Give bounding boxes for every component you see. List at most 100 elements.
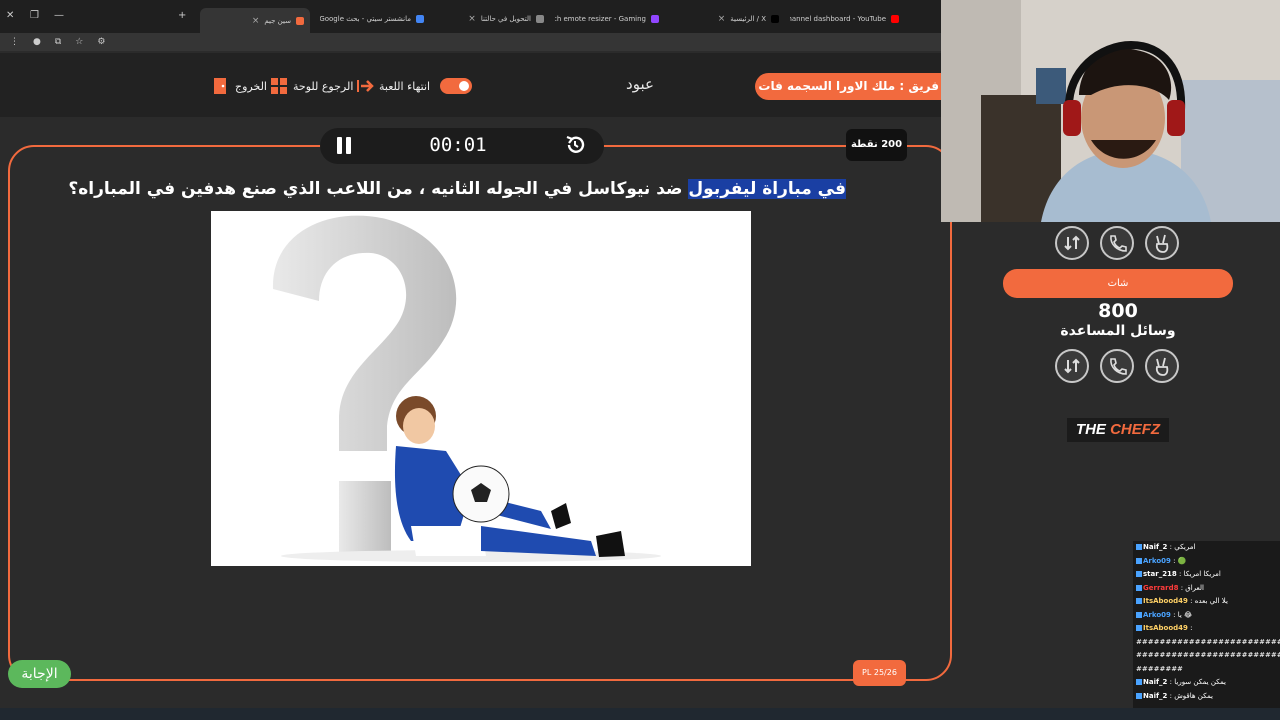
browser-tab[interactable]: سين جيم × xyxy=(200,8,310,33)
browser-tab[interactable]: Twitch emote resizer - Gaming× xyxy=(555,8,665,30)
chat-text: : يمكن يمكن سوريا xyxy=(1169,678,1227,686)
tab-label: Channel dashboard - YouTube xyxy=(790,15,886,23)
timer-display: 00:01 xyxy=(429,134,487,156)
os-taskbar xyxy=(0,708,1280,720)
new-tab-icon[interactable]: + xyxy=(178,10,186,21)
level-badge: PL 25/26 xyxy=(853,660,906,686)
chat-message: ################################# xyxy=(1133,649,1280,663)
tab-close-icon[interactable]: × xyxy=(468,14,476,24)
question-text: في مباراة ليفربول ضد نيوكاسل في الجوله ا… xyxy=(68,179,846,199)
tab-close-icon[interactable]: × xyxy=(718,14,726,24)
chat-username[interactable]: Naif_2 xyxy=(1143,678,1167,686)
tab-favicon-icon xyxy=(651,15,659,23)
tab-favicon-icon xyxy=(771,15,779,23)
chat-username[interactable]: Arko09 xyxy=(1143,557,1171,565)
points-badge: 200 نقطة xyxy=(846,129,907,161)
exit-label: الخروج xyxy=(235,79,267,93)
chat-text: : يلا الي بعده xyxy=(1190,597,1228,605)
chat-badge-icon xyxy=(1136,557,1142,564)
tab-close-icon[interactable]: × xyxy=(252,16,260,26)
streamer-webcam-image xyxy=(941,0,1280,222)
chat-text: : xyxy=(1190,624,1193,632)
lifeline-two-answers[interactable] xyxy=(1055,226,1089,260)
chat-username[interactable]: star_218 xyxy=(1143,570,1177,578)
bookmark-star-icon[interactable]: ☆ xyxy=(75,37,83,47)
question-body: ضد نيوكاسل في الجوله الثانيه ، من اللاعب… xyxy=(68,179,689,199)
menu-icon[interactable]: ⋮ xyxy=(10,37,19,47)
end-game-button[interactable]: انتهاء اللعبة xyxy=(356,76,430,96)
minimize-window-icon[interactable]: — xyxy=(54,10,64,21)
pause-icon[interactable] xyxy=(337,137,351,154)
player-name: عبود xyxy=(626,75,654,93)
restore-window-icon[interactable]: ❐ xyxy=(30,10,39,21)
two-arrows-icon xyxy=(1064,235,1080,251)
webcam-feed xyxy=(941,0,1280,222)
chat-badge-icon xyxy=(1136,611,1142,618)
browser-tab[interactable]: X / الرئيسية × xyxy=(675,8,785,30)
chat-username[interactable]: Naif_2 xyxy=(1143,692,1167,700)
peace-hand-icon xyxy=(1155,357,1169,376)
chat-badge-icon xyxy=(1136,679,1142,685)
extensions-icon[interactable]: ⧉ xyxy=(55,37,61,47)
chat-message: Naif_2 : يمكن هاقوش xyxy=(1133,690,1280,704)
lifeline-call-friend[interactable] xyxy=(1100,226,1134,260)
chat-message: ItsAbood49 : يلا الي بعده xyxy=(1133,595,1280,609)
chat-message: Arko09 : يا 😂 xyxy=(1133,609,1280,623)
lifeline-double[interactable] xyxy=(1145,226,1179,260)
chat-username[interactable]: Naif_2 xyxy=(1143,543,1167,551)
tab-favicon-icon xyxy=(891,15,899,23)
chat-text: : امريكي xyxy=(1169,543,1196,551)
answer-button[interactable]: الإجابة xyxy=(8,660,71,688)
chat-badge-icon xyxy=(1136,625,1142,631)
screen-root: { "browser": { "tabs": [ {"label": "", "… xyxy=(0,0,1280,720)
two-arrows-icon xyxy=(1064,358,1080,374)
chat-message: Arko09 : 🟢 xyxy=(1133,555,1280,569)
tab-favicon-icon xyxy=(536,15,544,23)
exit-button[interactable]: الخروج xyxy=(212,76,267,96)
tab-label: مانشستر سيتي - بحث Google xyxy=(320,15,411,23)
browser-tab-bar: ✕ ❐ — + × × سين جيم × مانشستر سيتي - بحث Goo… xyxy=(0,0,941,33)
grid-icon xyxy=(271,78,287,94)
end-game-toggle[interactable] xyxy=(440,78,472,94)
tab-label: التحويل في حالتنا xyxy=(480,15,531,23)
browser-tab[interactable]: Channel dashboard - YouTube× xyxy=(790,8,905,30)
chat-text: ######## xyxy=(1136,664,1183,673)
sponsor-logo: THE CHEFZ xyxy=(1067,418,1169,442)
tab-favicon-icon xyxy=(296,16,304,25)
chat-message: star_218 : امريكا امريكا xyxy=(1133,568,1280,582)
chat-badge-icon xyxy=(1136,544,1142,550)
phone-icon xyxy=(1110,358,1127,375)
reset-timer-icon[interactable] xyxy=(564,134,586,156)
browser-tab[interactable]: التحويل في حالتنا × xyxy=(430,8,550,30)
chat-username[interactable]: Gerrard8 xyxy=(1143,584,1178,592)
close-window-icon[interactable]: ✕ xyxy=(6,10,14,21)
chat-badge-icon xyxy=(1136,598,1142,604)
tab-label: سين جيم xyxy=(264,16,291,25)
end-game-label: انتهاء اللعبة xyxy=(379,79,431,93)
site-info-icon[interactable]: ⚙ xyxy=(97,37,105,47)
team2-name[interactable]: شات xyxy=(1003,269,1233,298)
lifeline-call-friend-team2[interactable] xyxy=(1100,349,1134,383)
chat-text: : يا 😂 xyxy=(1173,610,1193,619)
lifeline-double-team2[interactable] xyxy=(1145,349,1179,383)
chat-username[interactable]: Arko09 xyxy=(1143,611,1171,619)
chat-badge-icon xyxy=(1136,692,1142,699)
chat-username[interactable]: ItsAbood49 xyxy=(1143,624,1188,632)
profile-icon[interactable]: ● xyxy=(33,37,41,47)
peace-hand-icon xyxy=(1155,234,1169,253)
address-bar: ⋮ ● ⧉ ☆ ⚙ xyxy=(0,33,941,51)
chat-text: : العراق xyxy=(1180,583,1204,592)
exit-arrow-icon xyxy=(357,80,374,92)
browser-tab[interactable]: مانشستر سيتي - بحث Google× xyxy=(320,8,430,30)
logo-part1: THE xyxy=(1075,421,1106,438)
back-to-board-label: الرجوع للوحة xyxy=(293,79,354,93)
tab-label: Twitch emote resizer - Gaming xyxy=(555,15,646,23)
helps-label: وسائل المساعدة xyxy=(1060,323,1176,339)
chat-username[interactable]: ItsAbood49 xyxy=(1143,597,1188,605)
chat-message: Naif_2 : يمكن يمكن سوريا xyxy=(1133,676,1280,690)
door-icon xyxy=(214,78,226,94)
phone-icon xyxy=(1110,235,1127,252)
question-image xyxy=(211,211,751,566)
back-to-board-button[interactable]: الرجوع للوحة xyxy=(270,76,353,96)
lifeline-two-answers-team2[interactable] xyxy=(1055,349,1089,383)
